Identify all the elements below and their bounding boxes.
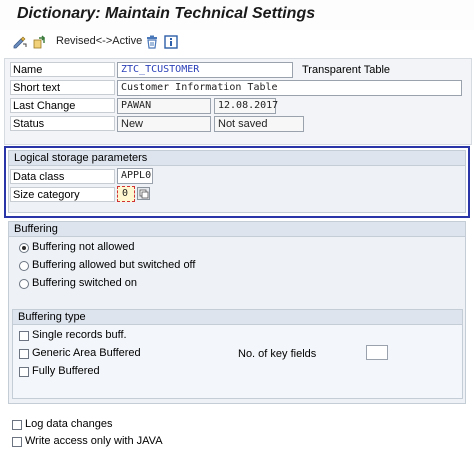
fully-buffered-label: Fully Buffered — [32, 365, 100, 377]
buffering-type-title: Buffering type — [13, 310, 462, 325]
status-label: Status — [10, 116, 115, 131]
last-change-label: Last Change — [10, 98, 115, 113]
single-records-label: Single records buff. — [32, 329, 127, 341]
fully-buffered-checkbox[interactable] — [19, 367, 29, 377]
log-changes-label: Log data changes — [25, 418, 113, 430]
radio-buffering-switched-on[interactable] — [19, 279, 29, 289]
short-text-field[interactable]: Customer Information Table — [117, 80, 462, 96]
log-changes-checkbox[interactable] — [12, 420, 22, 430]
saved-status-field: Not saved — [214, 116, 304, 132]
buffering-option-label: Buffering switched on — [32, 277, 137, 289]
buffering-option-label: Buffering not allowed — [32, 241, 135, 253]
buffering-option-label: Buffering allowed but switched off — [32, 259, 196, 271]
buffering-title: Buffering — [9, 222, 465, 237]
generic-area-checkbox[interactable] — [19, 349, 29, 359]
other-object-icon[interactable] — [32, 34, 48, 50]
name-field[interactable]: ZTC_TCUSTOMER — [117, 62, 293, 78]
last-change-user-field: PAWAN — [117, 98, 211, 114]
key-fields-input[interactable] — [366, 345, 388, 360]
revised-active-button[interactable]: Revised<->Active — [56, 35, 142, 47]
highlight-box — [4, 146, 470, 218]
status-field: New — [117, 116, 211, 132]
radio-buffering-not-allowed[interactable] — [19, 243, 29, 253]
toolbar: Revised<->Active — [0, 30, 474, 54]
name-label: Name — [10, 62, 115, 77]
single-records-checkbox[interactable] — [19, 331, 29, 341]
write-java-checkbox[interactable] — [12, 437, 22, 447]
window-title: Dictionary: Maintain Technical Settings — [17, 5, 316, 22]
trash-icon[interactable] — [144, 34, 160, 50]
write-java-label: Write access only with JAVA — [25, 435, 163, 447]
info-icon[interactable] — [163, 34, 179, 50]
radio-buffering-switched-off[interactable] — [19, 261, 29, 271]
short-text-label: Short text — [10, 80, 115, 95]
last-change-date-field: 12.08.2017 — [214, 98, 278, 114]
title-bar: Dictionary: Maintain Technical Settings — [0, 0, 474, 31]
table-type-text: Transparent Table — [302, 64, 391, 76]
key-fields-label: No. of key fields — [238, 348, 317, 360]
display-change-icon[interactable] — [12, 34, 28, 50]
generic-area-label: Generic Area Buffered — [32, 347, 141, 359]
